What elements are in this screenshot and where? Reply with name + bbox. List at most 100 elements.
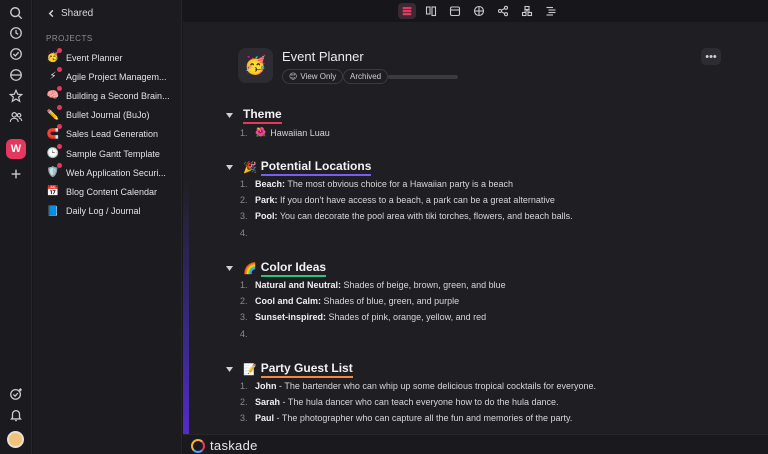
item-bold-label: Park: <box>255 195 278 205</box>
item-text: - The bartender who can whip up some del… <box>276 381 596 391</box>
bell-icon[interactable] <box>8 407 24 423</box>
item-number: 3. <box>240 211 248 221</box>
mindmap-view-button[interactable] <box>494 3 512 19</box>
add-task-icon[interactable] <box>8 386 24 402</box>
users-icon[interactable] <box>8 109 24 125</box>
clock-icon[interactable] <box>8 25 24 41</box>
sidebar-item-sales-lead-generation[interactable]: 🧲 Sales Lead Generation <box>46 124 180 144</box>
avatar[interactable] <box>7 431 24 448</box>
collapse-caret-icon[interactable] <box>225 265 233 273</box>
search-icon[interactable] <box>8 5 24 21</box>
item-text: Shades of pink, orange, yellow, and red <box>326 312 487 322</box>
project-emoji-icon: 📘 <box>46 205 60 217</box>
project-emoji-icon: 🧲 <box>46 124 62 141</box>
list-item-empty[interactable]: 4. <box>240 329 255 339</box>
board-view-icon <box>425 6 437 17</box>
section-title: Theme <box>243 107 282 124</box>
document-emoji-icon[interactable]: 🥳 <box>238 48 273 83</box>
progress-bar <box>388 75 458 79</box>
list-view-button[interactable] <box>398 3 416 19</box>
sidebar-item-bullet-journal[interactable]: ✏️ Bullet Journal (BuJo) <box>46 105 180 125</box>
action-view-button[interactable] <box>542 3 560 19</box>
item-number: 4. <box>240 329 248 339</box>
section-title: Potential Locations <box>260 159 372 176</box>
item-text: If you don't have access to a beach, a p… <box>277 195 555 205</box>
project-label: Daily Log / Journal <box>66 206 141 217</box>
list-item[interactable]: 2. Cool and Calm: Shades of blue, green,… <box>240 296 459 306</box>
footer-bar <box>183 434 768 454</box>
item-text: Hawaiian Luau <box>270 127 330 138</box>
back-to-shared-link[interactable]: Shared <box>47 8 93 19</box>
workspace-badge[interactable]: W <box>6 139 26 159</box>
item-number: 1. <box>240 280 248 290</box>
calendar-view-icon <box>449 6 461 17</box>
table-view-button[interactable] <box>470 3 488 19</box>
calendar-view-button[interactable] <box>446 3 464 19</box>
sidebar-item-web-app-security[interactable]: 🛡️ Web Application Securi... <box>46 162 180 182</box>
project-emoji-icon: ✏️ <box>46 105 62 122</box>
taskade-logo-icon <box>191 438 205 453</box>
collapse-caret-icon[interactable] <box>225 164 233 172</box>
collapse-caret-icon[interactable] <box>225 112 233 120</box>
rainbow-icon: 🌈 <box>243 263 257 275</box>
project-label: Event Planner <box>66 52 123 63</box>
sidebar-item-blog-content-calendar[interactable]: 📅 Blog Content Calendar <box>46 182 180 201</box>
list-item[interactable]: 1. 🌺 Hawaiian Luau <box>240 127 330 138</box>
page-title: Event Planner <box>282 49 364 64</box>
plus-icon[interactable] <box>8 166 24 182</box>
list-item[interactable]: 1. John - The bartender who can whip up … <box>240 381 596 391</box>
list-item[interactable]: 2. Park: If you don't have access to a b… <box>240 195 555 205</box>
sidebar-item-agile-project-management[interactable]: ⚡ Agile Project Managem... <box>46 66 180 86</box>
item-bold-label: Beach: <box>255 179 286 189</box>
sidebar-item-daily-log[interactable]: 📘 Daily Log / Journal <box>46 202 180 221</box>
item-number: 1. <box>240 381 248 391</box>
archived-badge: Archived <box>343 69 389 84</box>
projects-section-label: PROJECTS <box>46 34 93 43</box>
section-heading-colors[interactable]: 🌈 Color Ideas <box>225 260 327 277</box>
taskade-brand[interactable]: taskade <box>191 438 258 453</box>
item-text: - The hula dancer who can teach everyone… <box>280 397 559 407</box>
org-chart-view-button[interactable] <box>518 3 536 19</box>
section-heading-theme[interactable]: Theme <box>225 107 282 124</box>
star-icon[interactable] <box>8 88 24 104</box>
project-label: Bullet Journal (BuJo) <box>66 110 150 121</box>
sidebar-item-gantt-template[interactable]: 🕒 Sample Gantt Template <box>46 143 180 163</box>
list-item[interactable]: 3. Sunset-inspired: Shades of pink, oran… <box>240 312 486 322</box>
list-item[interactable]: 3. Pool: You can decorate the pool area … <box>240 211 573 221</box>
item-text: The most obvious choice for a Hawaiian p… <box>285 179 513 189</box>
item-number: 1. <box>240 127 248 138</box>
project-label: Blog Content Calendar <box>66 186 158 197</box>
board-view-button[interactable] <box>422 3 440 19</box>
collapse-caret-icon[interactable] <box>225 366 233 374</box>
section-heading-guests[interactable]: 📝 Party Guest List <box>225 361 353 378</box>
inbox-icon[interactable] <box>8 67 24 83</box>
list-item[interactable]: 1. Beach: The most obvious choice for a … <box>240 179 513 189</box>
item-text: Shades of blue, green, and purple <box>321 296 460 306</box>
list-item-empty[interactable]: 4. <box>240 228 255 238</box>
item-number: 2. <box>240 397 248 407</box>
item-bold-label: Natural and Neutral: <box>255 280 342 290</box>
archived-label: Archived <box>350 72 382 81</box>
project-label: Web Application Securi... <box>66 167 166 178</box>
more-options-button[interactable]: ••• <box>701 48 721 65</box>
section-heading-locations[interactable]: 🎉 Potential Locations <box>225 159 372 176</box>
project-label: Sample Gantt Template <box>66 148 160 159</box>
list-item[interactable]: 2. Sarah - The hula dancer who can teach… <box>240 397 559 407</box>
hibiscus-icon: 🌺 <box>255 127 267 137</box>
item-bold-label: John <box>255 381 277 391</box>
view-only-label: View Only <box>300 72 337 81</box>
table-view-icon <box>473 5 485 17</box>
check-circle-icon[interactable] <box>8 46 24 62</box>
list-item[interactable]: 1. Natural and Neutral: Shades of beige,… <box>240 280 506 290</box>
item-text: - The photographer who can capture all t… <box>274 413 573 423</box>
list-item[interactable]: 3. Paul - The photographer who can captu… <box>240 413 572 423</box>
sidebar-item-event-planner[interactable]: 🥳 Event Planner <box>46 47 180 67</box>
sidebar-item-second-brain[interactable]: 🧠 Building a Second Brain... <box>46 85 180 105</box>
project-emoji-icon: 🧠 <box>46 85 62 103</box>
view-only-badge: 😊 View Only <box>282 69 344 84</box>
section-title: Color Ideas <box>260 260 327 277</box>
item-number: 2. <box>240 296 248 306</box>
item-bold-label: Sunset-inspired: <box>255 312 327 322</box>
item-text: You can decorate the pool area with tiki… <box>277 211 573 221</box>
project-emoji-icon: 🛡️ <box>46 162 62 180</box>
